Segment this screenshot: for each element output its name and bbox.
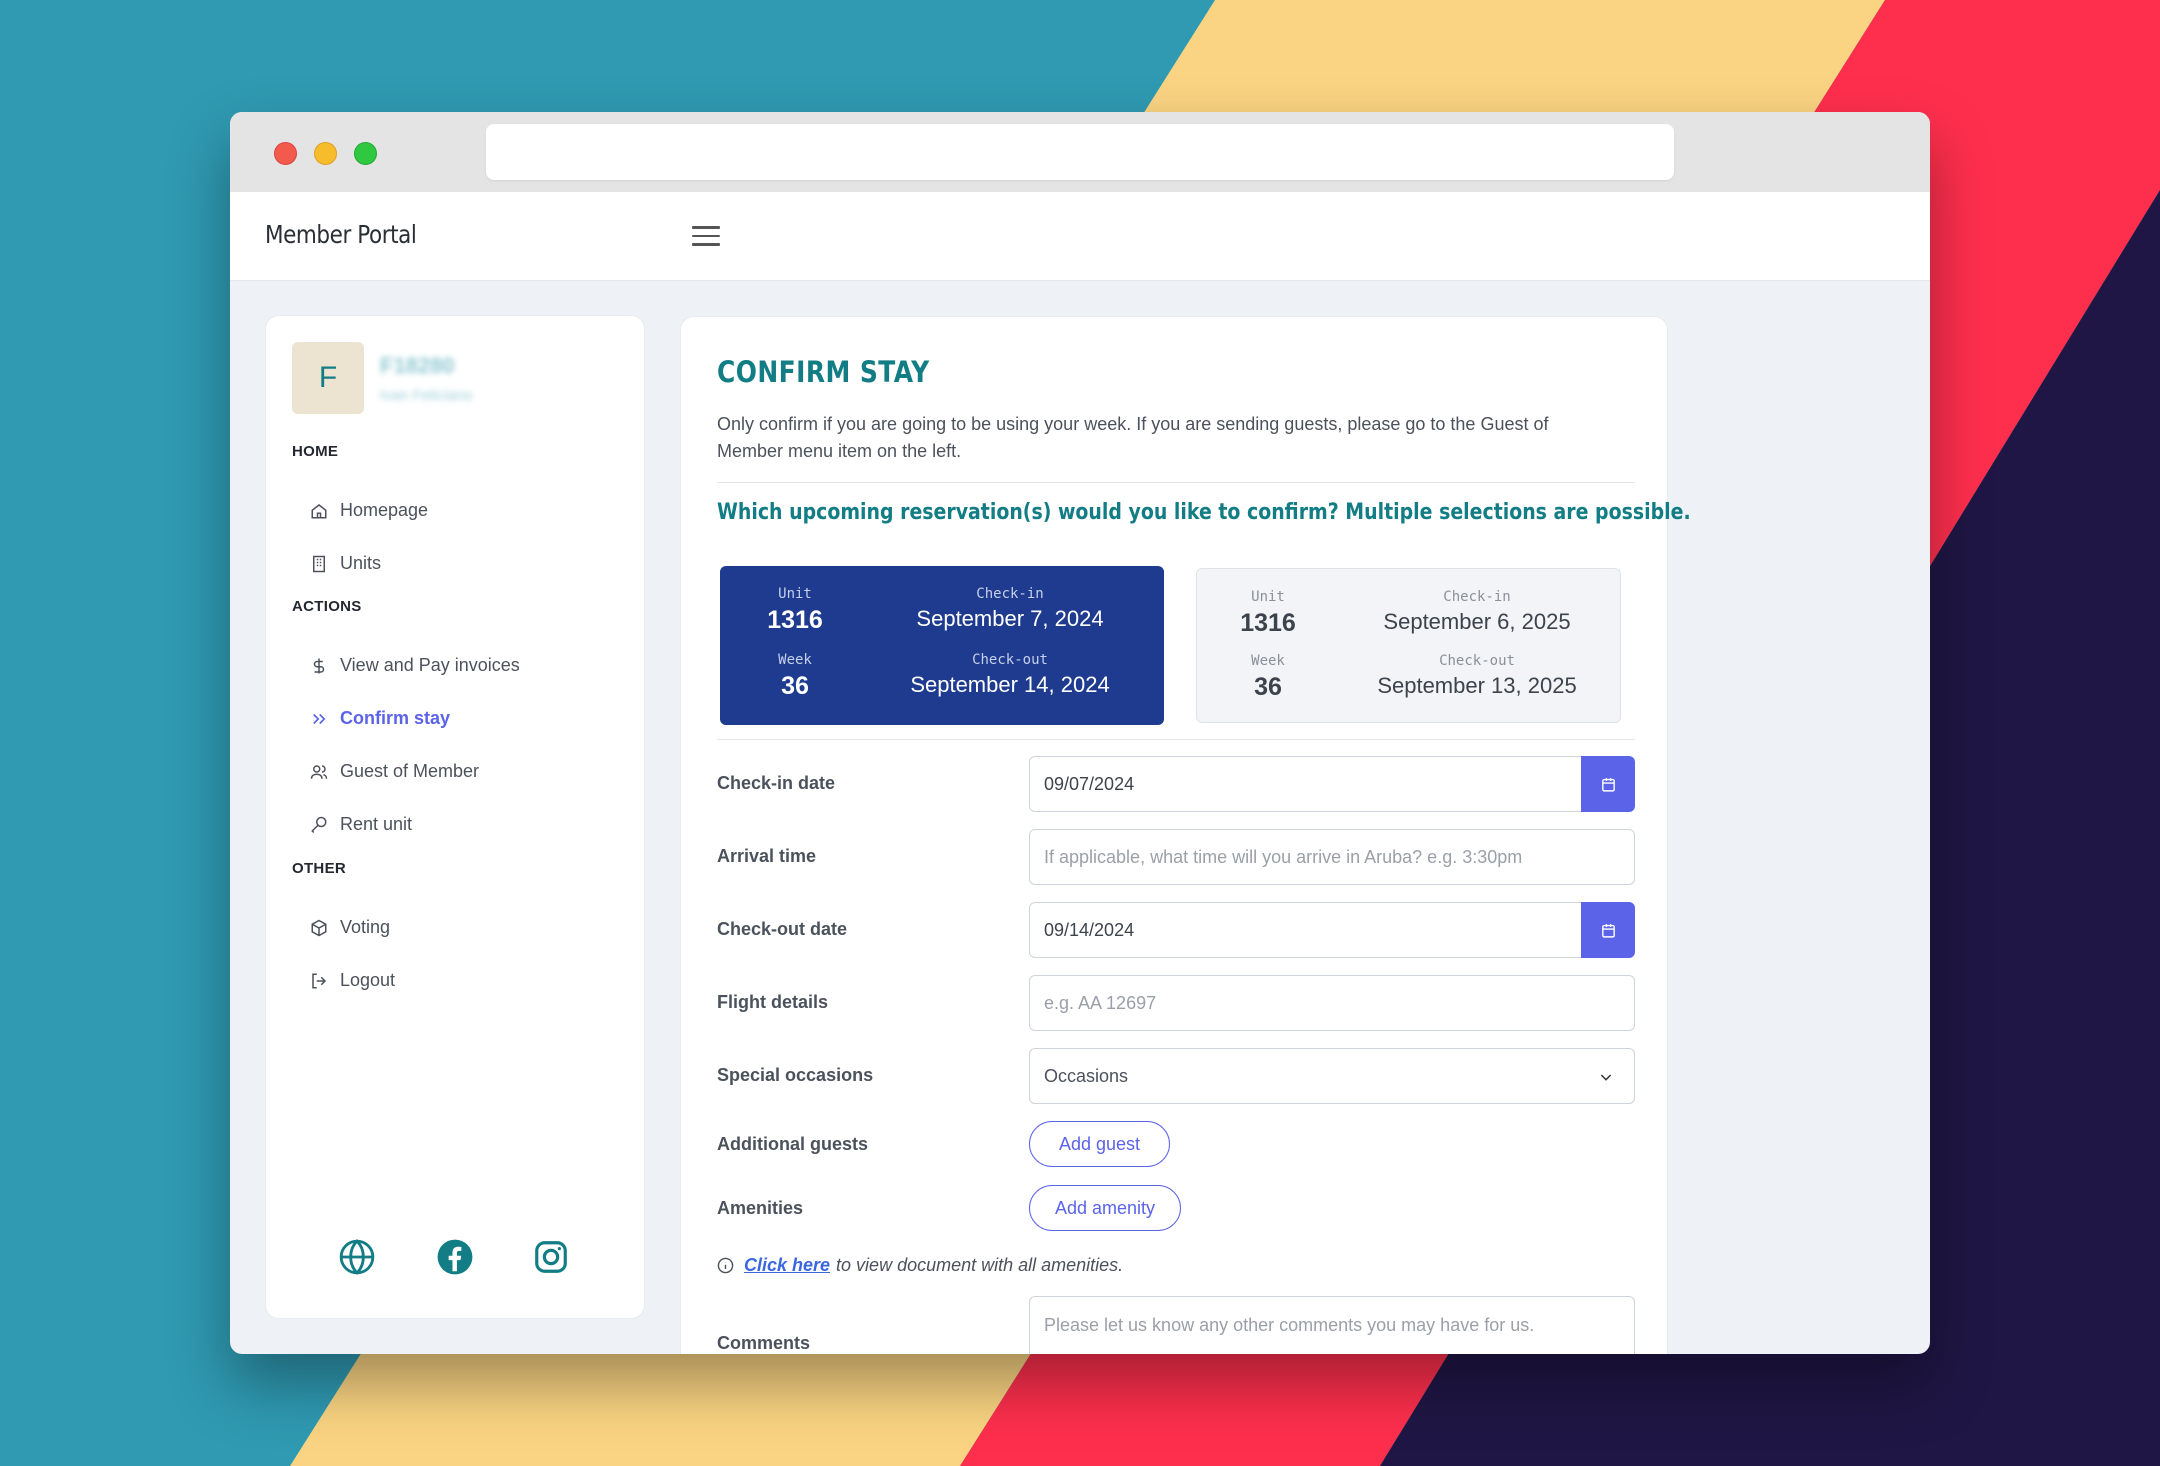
checkin-field: Check-in September 6, 2025 — [1383, 589, 1571, 634]
maximize-window-button[interactable] — [354, 142, 377, 165]
home-icon — [310, 502, 328, 520]
checkout-field: Check-out September 14, 2024 — [910, 652, 1110, 697]
page-title: CONFIRM STAY — [717, 355, 930, 389]
users-icon — [310, 763, 328, 781]
occasions-selected-value: Occasions — [1044, 1065, 1129, 1086]
sidebar-item-label: Homepage — [340, 500, 429, 520]
profile-name: Ivan Feliciano — [380, 386, 473, 404]
calendar-icon — [1601, 923, 1615, 938]
close-window-button[interactable] — [274, 142, 297, 165]
sidebar-item-label: Rent unit — [340, 814, 413, 834]
flight-details-input[interactable]: e.g. AA 12697 — [1029, 975, 1635, 1031]
calendar-icon — [1601, 777, 1615, 792]
profile: F F18280 Ivan Feliciano — [292, 342, 473, 414]
checkin-date-input[interactable]: 09/07/2024 — [1029, 756, 1582, 812]
add-guest-button[interactable]: Add guest — [1029, 1121, 1170, 1167]
cube-icon — [310, 919, 328, 937]
chevron-down-icon — [1600, 1074, 1612, 1081]
checkout-field: Check-out September 13, 2025 — [1377, 653, 1577, 698]
checkin-field: Check-in September 7, 2024 — [916, 586, 1104, 631]
section-home: HOME — [292, 443, 339, 460]
instagram-icon[interactable] — [532, 1238, 572, 1278]
comments-label: Comments — [717, 1333, 811, 1353]
amenities-label: Amenities — [717, 1198, 804, 1218]
amenities-note-text: to view document with all amenities. — [836, 1255, 1124, 1275]
guests-row: Additional guests Add guest — [717, 1121, 1635, 1177]
divider — [717, 482, 1635, 483]
week-field: Week 36 — [1251, 653, 1285, 701]
amenities-row: Amenities Add amenity — [717, 1185, 1635, 1241]
building-icon — [310, 555, 328, 573]
checkin-calendar-button[interactable] — [1581, 756, 1635, 812]
add-amenity-button[interactable]: Add amenity — [1029, 1185, 1181, 1231]
unit-field: Unit 1316 — [1240, 589, 1296, 637]
logout-icon — [310, 972, 328, 990]
sidebar-item-logout[interactable]: Logout — [310, 970, 395, 991]
checkin-row: Check-in date 09/07/2024 — [717, 756, 1635, 812]
comments-textarea[interactable]: Please let us know any other comments yo… — [1029, 1296, 1635, 1354]
arrival-label: Arrival time — [717, 846, 817, 866]
comments-row: Comments Please let us know any other co… — [717, 1296, 1635, 1354]
sidebar-item-voting[interactable]: Voting — [310, 917, 390, 938]
sidebar-item-label: Logout — [340, 970, 396, 990]
sidebar-item-invoices[interactable]: View and Pay invoices — [310, 655, 520, 676]
checkout-label: Check-out date — [717, 919, 848, 939]
checkout-calendar-button[interactable] — [1581, 902, 1635, 958]
reservation-card-selected[interactable]: Unit 1316 Week 36 Check-in September 7, … — [720, 566, 1164, 725]
guests-label: Additional guests — [717, 1134, 869, 1154]
amenities-document-link[interactable]: Click here — [744, 1255, 830, 1276]
globe-icon[interactable] — [338, 1238, 378, 1278]
week-field: Week 36 — [778, 652, 812, 700]
checkout-date-input[interactable]: 09/14/2024 — [1029, 902, 1582, 958]
avatar: F — [292, 342, 364, 414]
sidebar-item-rent-unit[interactable]: Rent unit — [310, 814, 412, 835]
occasions-select[interactable]: Occasions — [1029, 1048, 1635, 1104]
sidebar-item-label: Confirm stay — [340, 708, 451, 728]
unit-field: Unit 1316 — [767, 586, 823, 634]
reservation-card[interactable]: Unit 1316 Week 36 Check-in September 6, … — [1196, 568, 1621, 723]
menu-toggle-icon[interactable] — [692, 226, 720, 248]
sidebar-item-units[interactable]: Units — [310, 553, 381, 574]
info-icon — [717, 1257, 734, 1274]
sidebar-item-label: Guest of Member — [340, 761, 480, 781]
sidebar-item-confirm-stay[interactable]: Confirm stay — [310, 708, 450, 729]
checkout-row: Check-out date 09/14/2024 — [717, 902, 1635, 958]
profile-id: F18280 — [380, 352, 455, 378]
checkin-label: Check-in date — [717, 773, 836, 793]
divider — [717, 739, 1635, 740]
sidebar-item-label: View and Pay invoices — [340, 655, 520, 675]
flight-row: Flight details e.g. AA 12697 — [717, 975, 1635, 1031]
occasions-row: Special occasions Occasions — [717, 1048, 1635, 1104]
key-icon — [310, 816, 328, 834]
app-header: Member Portal — [230, 192, 1930, 281]
arrival-time-input[interactable]: If applicable, what time will you arrive… — [1029, 829, 1635, 885]
section-actions: ACTIONS — [292, 598, 362, 615]
sidebar-item-label: Voting — [340, 917, 391, 937]
minimize-window-button[interactable] — [314, 142, 337, 165]
brand-title: Member Portal — [265, 220, 417, 249]
sidebar-item-label: Units — [340, 553, 382, 573]
address-bar[interactable] — [486, 124, 1674, 180]
sidebar-item-homepage[interactable]: Homepage — [310, 500, 428, 521]
confirm-stay-card: CONFIRM STAY Only confirm if you are goi… — [680, 316, 1691, 1354]
title-bar — [230, 112, 1930, 192]
amenities-note: Click here to view document with all ame… — [717, 1255, 1123, 1276]
sidebar: F F18280 Ivan Feliciano HOME Homepage Un… — [265, 315, 645, 1319]
section-other: OTHER — [292, 860, 346, 877]
dollar-icon — [310, 657, 328, 675]
facebook-icon[interactable] — [436, 1238, 476, 1278]
flight-label: Flight details — [717, 992, 829, 1012]
reservation-question: Which upcoming reservation(s) would you … — [717, 500, 1691, 525]
sidebar-item-guest-of-member[interactable]: Guest of Member — [310, 761, 479, 782]
occasions-label: Special occasions — [717, 1065, 874, 1085]
arrival-row: Arrival time If applicable, what time wi… — [717, 829, 1635, 885]
browser-window: Member Portal F F18280 Ivan Feliciano HO… — [230, 112, 1930, 1354]
intro-text: Only confirm if you are going to be usin… — [717, 414, 1549, 461]
double-chevron-right-icon — [310, 710, 328, 728]
